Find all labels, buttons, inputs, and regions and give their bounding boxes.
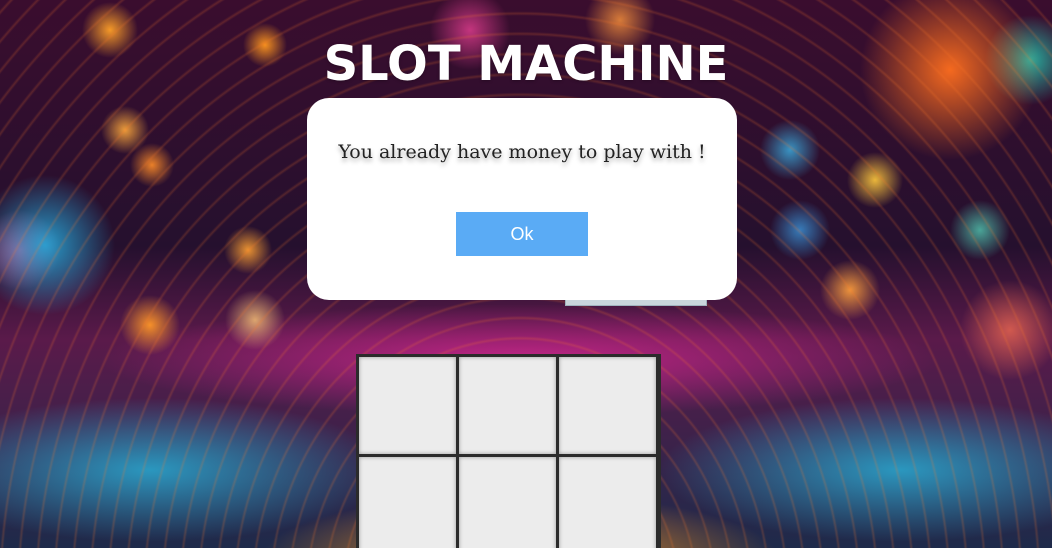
slot-cell — [359, 457, 456, 548]
slot-cell — [459, 357, 556, 454]
alert-dialog: You already have money to play with ! Ok — [307, 98, 737, 300]
slot-reels-grid — [356, 354, 661, 548]
slot-cell — [359, 357, 456, 454]
slot-cell — [459, 457, 556, 548]
slot-cell — [559, 457, 656, 548]
ok-button[interactable]: Ok — [456, 212, 588, 256]
page-title: SLOT MACHINE — [323, 36, 729, 92]
alert-message: You already have money to play with ! — [338, 141, 706, 163]
slot-cell — [559, 357, 656, 454]
